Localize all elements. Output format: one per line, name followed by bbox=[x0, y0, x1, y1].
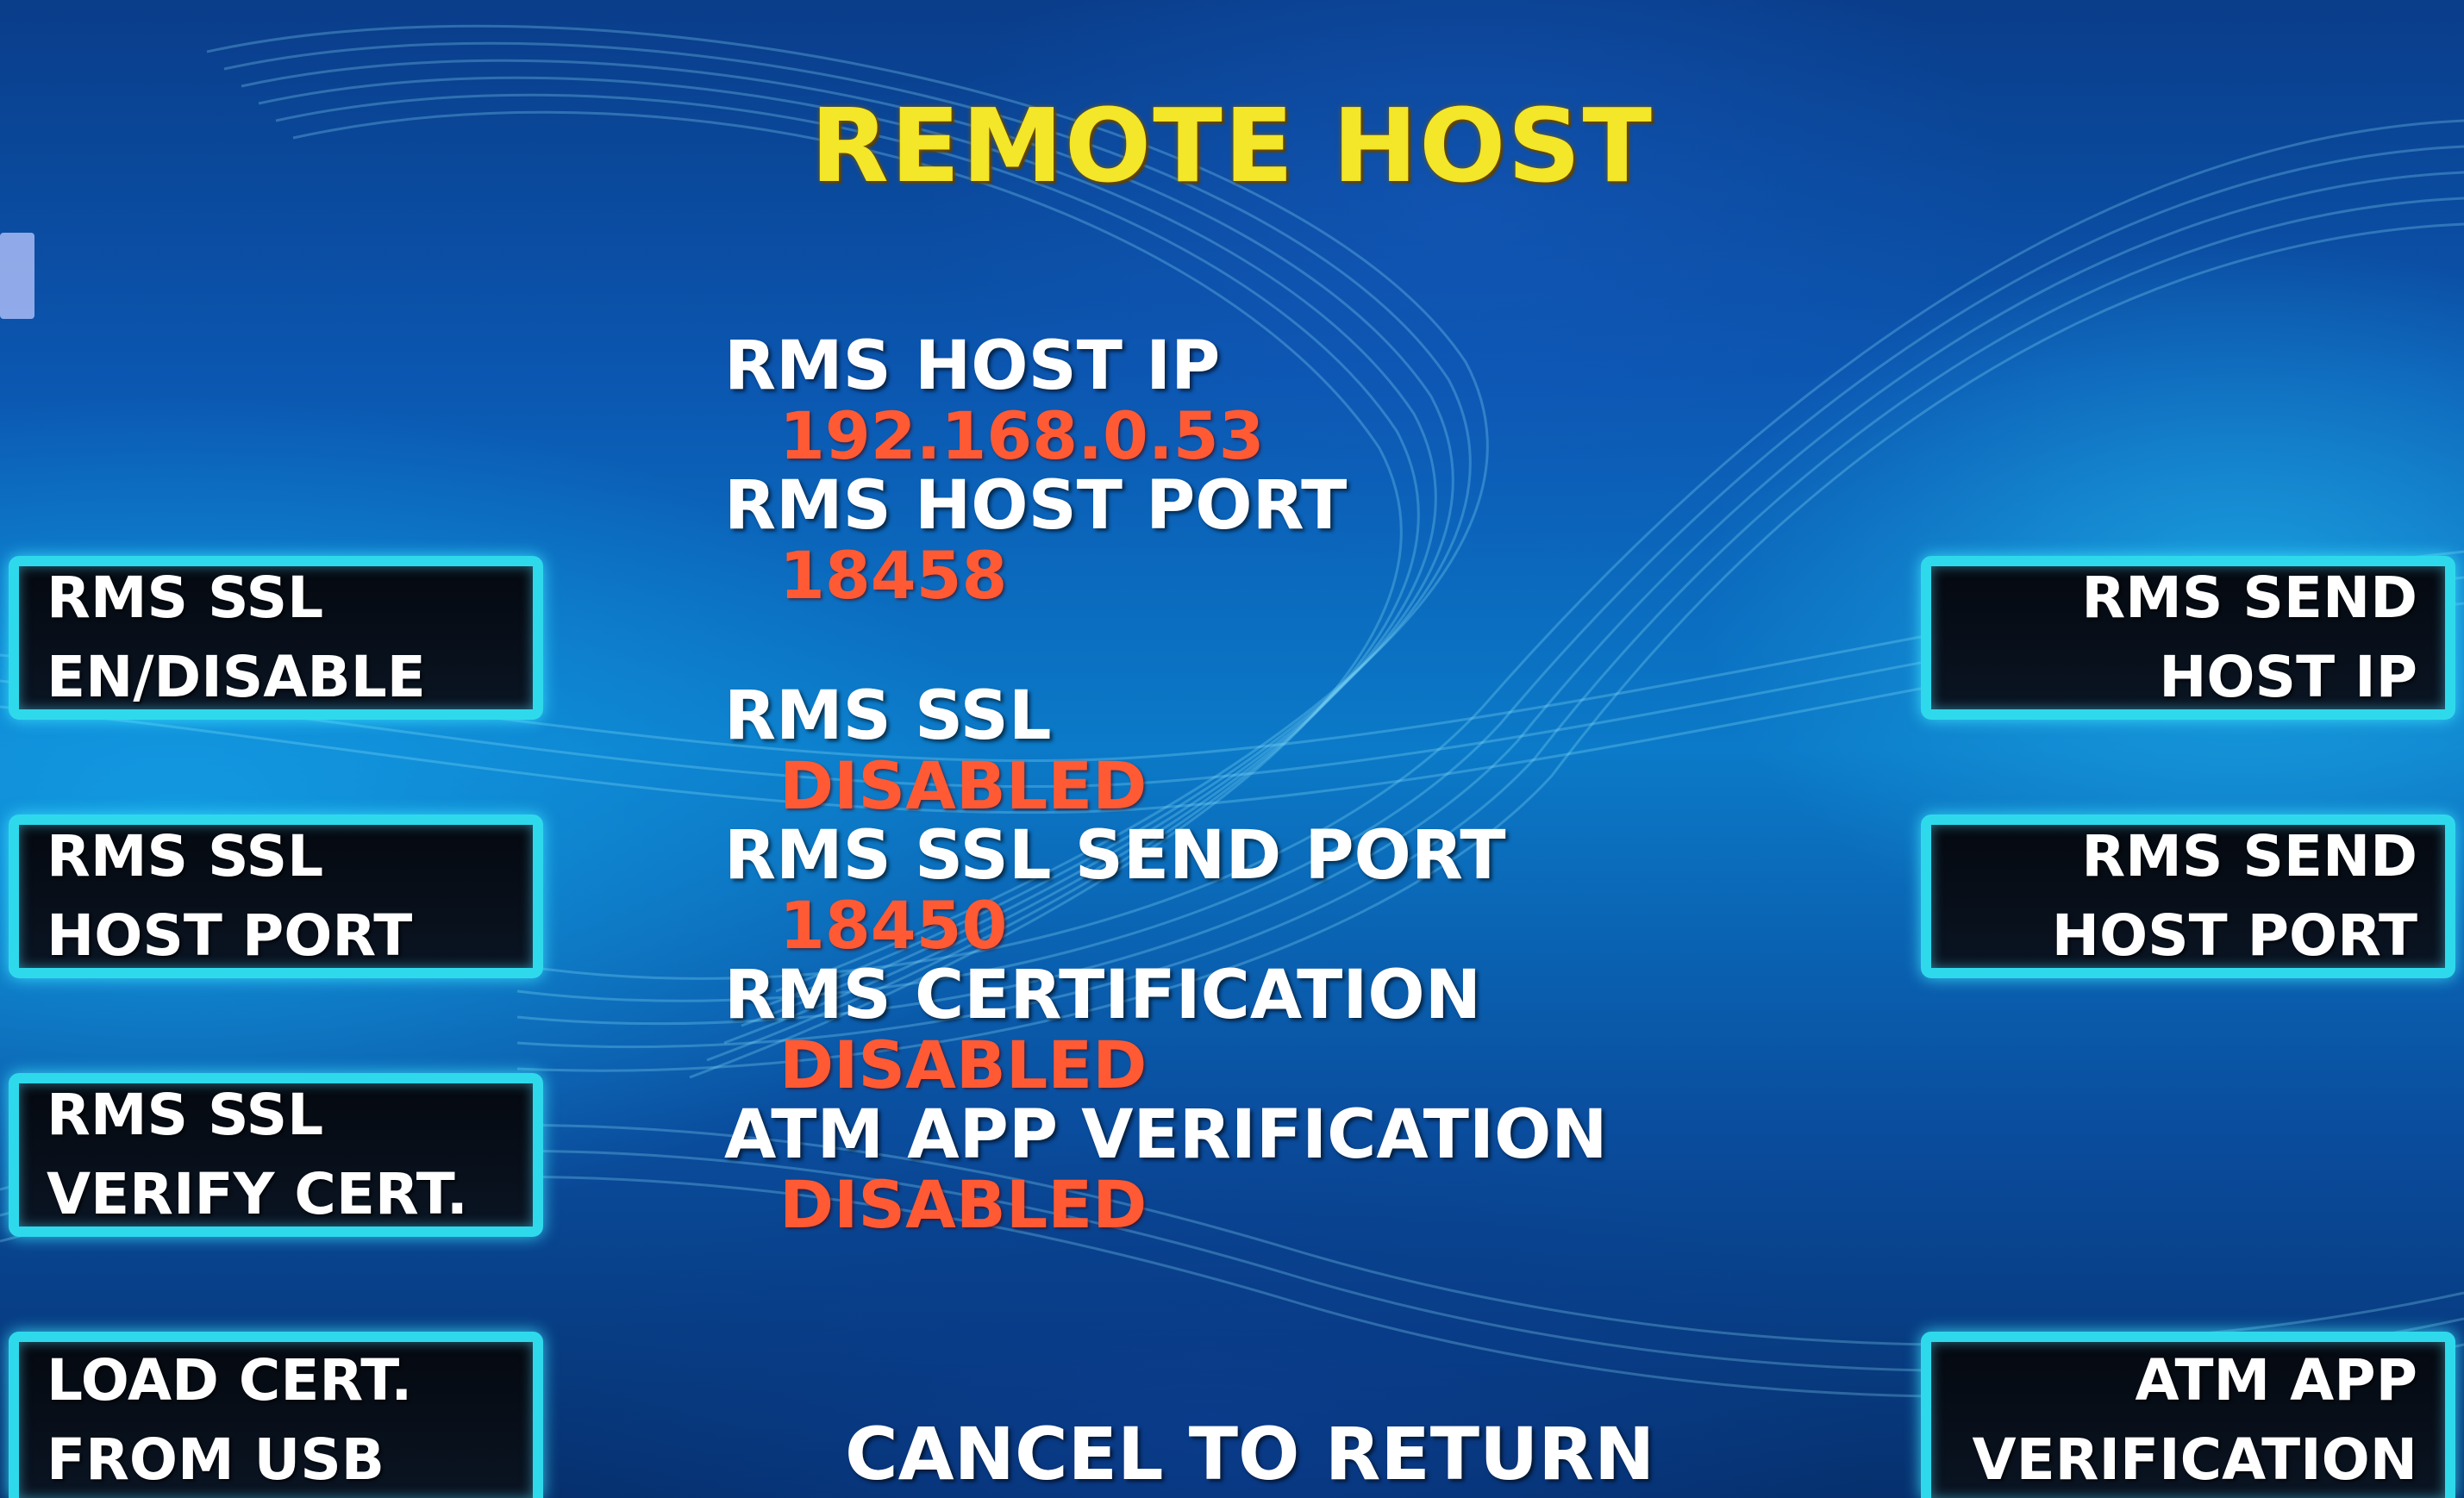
cancel-to-return-prompt: CANCEL TO RETURN bbox=[845, 1412, 1655, 1496]
key-label-line1: RMS SSL bbox=[47, 565, 324, 631]
key-label-line1: LOAD CERT. bbox=[47, 1346, 413, 1414]
key-label-line1: RMS SEND bbox=[2081, 823, 2417, 889]
setting-value-host-port: 18458 bbox=[779, 537, 1008, 614]
setting-value-host-ip: 192.168.0.53 bbox=[779, 397, 1265, 474]
key-label-line1: RMS SSL bbox=[47, 823, 324, 889]
setting-value-certification: DISABLED bbox=[779, 1027, 1148, 1103]
load-cert-from-usb-button[interactable]: LOAD CERT. FROM USB bbox=[9, 1332, 543, 1498]
key-label-line2: VERIFY CERT. bbox=[47, 1161, 468, 1227]
setting-label-host-ip: RMS HOST IP bbox=[724, 328, 1221, 405]
send-host-ip-button[interactable]: RMS SEND HOST IP bbox=[1921, 556, 2455, 720]
setting-value-ssl-send-port: 18450 bbox=[779, 887, 1008, 964]
setting-label-host-port: RMS HOST PORT bbox=[724, 467, 1348, 545]
atm-screen: REMOTE HOST RMS HOST IP 192.168.0.53 RMS… bbox=[0, 0, 2464, 1498]
key-label-line1: RMS SEND bbox=[2081, 565, 2417, 631]
screen-reflection bbox=[0, 233, 34, 319]
atm-app-verification-button[interactable]: ATM APP VERIFICATION bbox=[1921, 1332, 2455, 1498]
ssl-enable-disable-button[interactable]: RMS SSL EN/DISABLE bbox=[9, 556, 543, 720]
key-label-line2: HOST PORT bbox=[47, 902, 413, 969]
setting-value-ssl: DISABLED bbox=[779, 747, 1148, 824]
key-label-line1: ATM APP bbox=[2135, 1346, 2417, 1414]
key-label-line1: RMS SSL bbox=[47, 1082, 324, 1148]
setting-label-ssl-send-port: RMS SSL SEND PORT bbox=[724, 817, 1506, 895]
setting-value-app-verification: DISABLED bbox=[779, 1166, 1148, 1243]
send-host-port-button[interactable]: RMS SEND HOST PORT bbox=[1921, 815, 2455, 978]
setting-label-certification: RMS CERTIFICATION bbox=[724, 957, 1481, 1034]
key-label-line2: FROM USB bbox=[47, 1426, 385, 1493]
page-title: REMOTE HOST bbox=[810, 86, 1654, 205]
setting-label-ssl: RMS SSL bbox=[724, 677, 1052, 755]
ssl-verify-cert-button[interactable]: RMS SSL VERIFY CERT. bbox=[9, 1073, 543, 1237]
key-label-line2: HOST IP bbox=[2159, 644, 2417, 710]
key-label-line2: VERIFICATION bbox=[1972, 1426, 2418, 1493]
key-label-line2: EN/DISABLE bbox=[47, 644, 426, 710]
ssl-host-port-button[interactable]: RMS SSL HOST PORT bbox=[9, 815, 543, 978]
key-label-line2: HOST PORT bbox=[2051, 902, 2417, 969]
host-settings-list: RMS HOST IP 192.168.0.53 RMS HOST PORT 1… bbox=[724, 332, 1608, 1240]
setting-label-app-verification: ATM APP VERIFICATION bbox=[724, 1096, 1608, 1174]
